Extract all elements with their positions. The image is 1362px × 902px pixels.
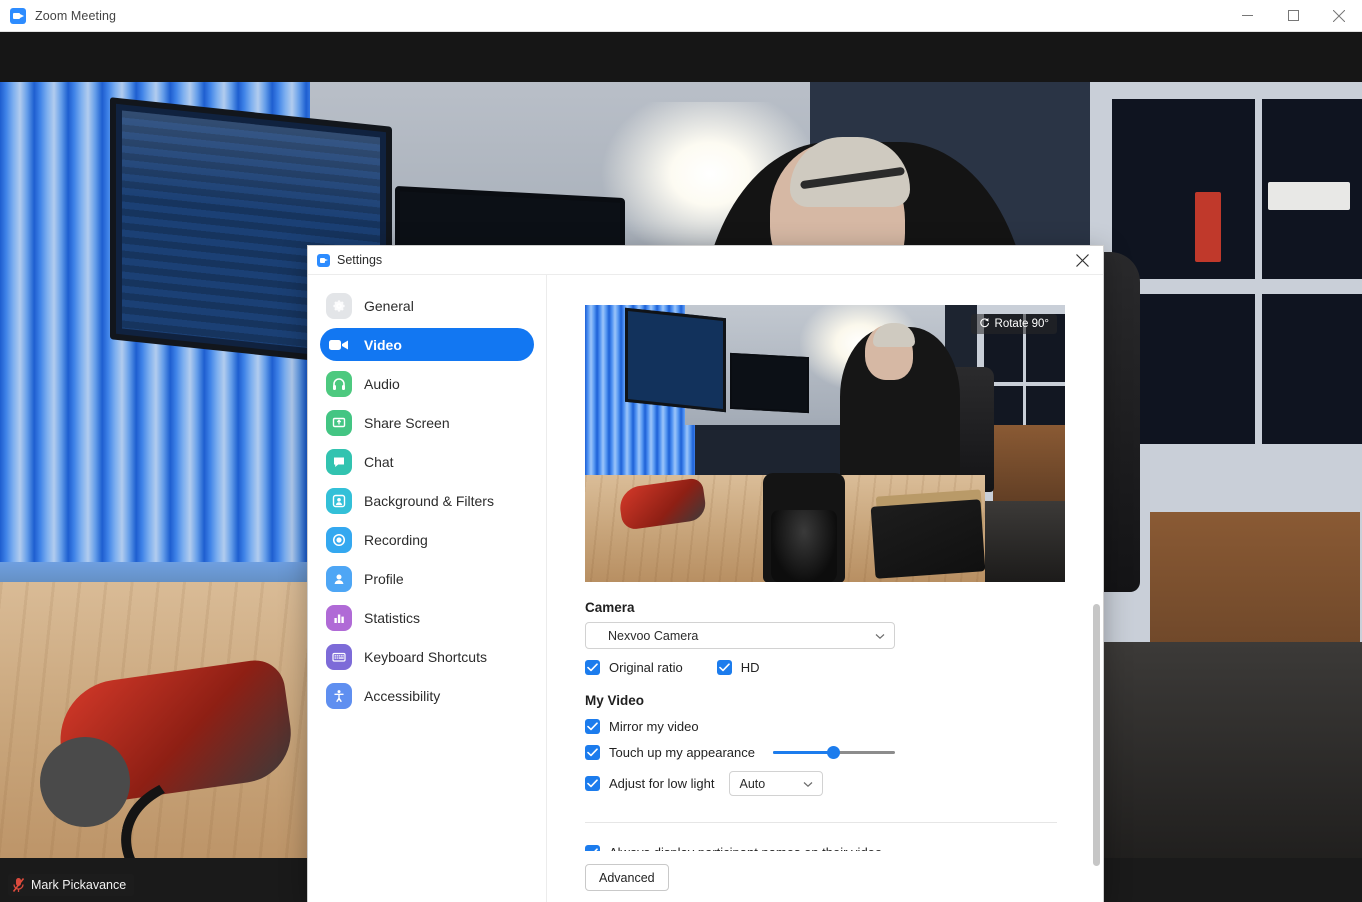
sidebar-item-label: Keyboard Shortcuts	[364, 648, 487, 665]
adjust-low-light-checkbox[interactable]	[585, 776, 600, 791]
drill-head	[40, 737, 130, 827]
camera-preview: Rotate 90°	[585, 305, 1065, 582]
rotate-label: Rotate 90°	[994, 318, 1049, 330]
shelf-cell	[1255, 287, 1362, 451]
window-title: Zoom Meeting	[35, 8, 117, 23]
settings-footer: Advanced	[547, 851, 1103, 902]
video-icon	[326, 332, 352, 358]
slider-fill	[772, 751, 833, 754]
maximize-icon[interactable]	[1270, 0, 1316, 31]
touch-up-appearance-label: Touch up my appearance	[609, 745, 755, 760]
camera-selected-value: Nexvoo Camera	[608, 628, 699, 643]
camera-section-title: Camera	[585, 600, 635, 615]
sidebar-item-audio[interactable]: Audio	[320, 367, 534, 400]
touch-up-appearance-slider[interactable]	[772, 746, 895, 760]
shelf-box	[1268, 182, 1350, 210]
window-controls	[1224, 0, 1362, 31]
sidebar-item-accessibility[interactable]: Accessibility	[320, 679, 534, 712]
preview-dark-furniture	[977, 501, 1065, 582]
settings-dialog: Settings General Video Audio Share Scree…	[307, 245, 1104, 902]
minimize-icon[interactable]	[1224, 0, 1270, 31]
preview-monitor-center	[730, 352, 809, 414]
zoom-app-window: Zoom Meeting Mark Pickavance Settings Ge…	[0, 0, 1362, 902]
sidebar-item-keyboard-shortcuts[interactable]: Keyboard Shortcuts	[320, 640, 534, 673]
close-icon[interactable]	[1316, 0, 1362, 31]
chevron-down-icon	[803, 777, 813, 791]
sidebar-item-label: Audio	[364, 375, 400, 392]
settings-body: General Video Audio Share Screen Chat Ba…	[308, 275, 1103, 902]
sidebar-item-video[interactable]: Video	[320, 328, 534, 361]
accessibility-icon	[326, 682, 352, 709]
video-letterbox	[0, 31, 1362, 82]
hd-label: HD	[740, 660, 760, 675]
settings-title: Settings	[337, 253, 383, 267]
rotate-90-button[interactable]: Rotate 90°	[970, 314, 1057, 334]
keyboard-icon	[326, 643, 352, 670]
camera-preview-image	[585, 305, 1065, 582]
user-icon	[326, 565, 352, 592]
sidebar-item-label: General	[364, 297, 414, 314]
sidebar-item-label: Chat	[364, 453, 394, 470]
advanced-button[interactable]: Advanced	[585, 864, 669, 891]
slider-knob[interactable]	[826, 746, 840, 759]
settings-scrollbar[interactable]	[1091, 304, 1102, 902]
my-video-section-title: My Video	[585, 693, 645, 708]
record-icon	[326, 526, 352, 553]
sidebar-item-statistics[interactable]: Statistics	[320, 601, 534, 634]
low-light-mode-value: Auto	[739, 776, 766, 791]
original-ratio-checkbox[interactable]	[585, 660, 600, 675]
preview-monitor-left	[625, 307, 726, 413]
chat-icon	[326, 448, 352, 475]
sidebar-item-general[interactable]: General	[320, 289, 534, 322]
share-icon	[326, 409, 352, 436]
sidebar-item-recording[interactable]: Recording	[320, 523, 534, 556]
settings-title-bar: Settings	[308, 246, 1103, 275]
preview-dslr-lens	[771, 510, 837, 582]
touch-up-appearance-row: Touch up my appearance	[585, 745, 1103, 760]
video-settings-panel: Rotate 90° Camera Nexvoo Camera Original…	[547, 275, 1103, 902]
zoom-video-icon	[317, 253, 330, 267]
sidebar-item-label: Share Screen	[364, 414, 450, 431]
settings-close-icon[interactable]	[1061, 246, 1103, 274]
section-divider	[585, 822, 1057, 823]
preview-tablet	[870, 499, 986, 579]
touch-up-appearance-checkbox[interactable]	[585, 745, 600, 760]
sidebar-item-profile[interactable]: Profile	[320, 562, 534, 595]
scrollbar-thumb[interactable]	[1093, 604, 1100, 866]
headphones-icon	[326, 370, 352, 397]
sidebar-item-label: Background & Filters	[364, 492, 494, 509]
mirror-my-video-label: Mirror my video	[609, 719, 699, 734]
sidebar-item-background-filters[interactable]: Background & Filters	[320, 484, 534, 517]
mirror-my-video-row: Mirror my video	[585, 719, 1103, 734]
low-light-mode-select[interactable]: Auto	[728, 771, 823, 796]
participant-name-tag: Mark Pickavance	[8, 874, 135, 896]
person-frame-icon	[326, 487, 352, 514]
sidebar-item-label: Video	[364, 336, 402, 353]
adjust-low-light-label: Adjust for low light	[609, 776, 715, 791]
hd-checkbox[interactable]	[716, 660, 732, 675]
camera-select[interactable]: Nexvoo Camera	[585, 622, 895, 649]
sidebar-item-label: Recording	[364, 531, 428, 548]
adjust-low-light-row: Adjust for low light Auto	[585, 771, 1103, 796]
sidebar-item-label: Accessibility	[364, 687, 441, 704]
camera-options-row: Original ratio HD	[585, 660, 1103, 675]
gear-icon	[326, 292, 352, 319]
sidebar-item-share-screen[interactable]: Share Screen	[320, 406, 534, 439]
sidebar-item-label: Statistics	[364, 609, 421, 626]
sidebar-item-chat[interactable]: Chat	[320, 445, 534, 478]
mirror-my-video-checkbox[interactable]	[585, 719, 600, 734]
window-title-bar: Zoom Meeting	[0, 0, 1362, 32]
participant-name: Mark Pickavance	[31, 878, 127, 892]
shelf-box	[1195, 192, 1221, 262]
original-ratio-label: Original ratio	[609, 660, 683, 675]
settings-sidebar: General Video Audio Share Screen Chat Ba…	[308, 275, 547, 902]
sidebar-item-label: Profile	[364, 570, 404, 587]
mic-muted-icon	[12, 877, 25, 893]
bar-chart-icon	[326, 604, 352, 631]
rotate-icon	[979, 317, 990, 331]
zoom-video-icon	[10, 7, 26, 24]
chevron-down-icon	[875, 629, 885, 643]
